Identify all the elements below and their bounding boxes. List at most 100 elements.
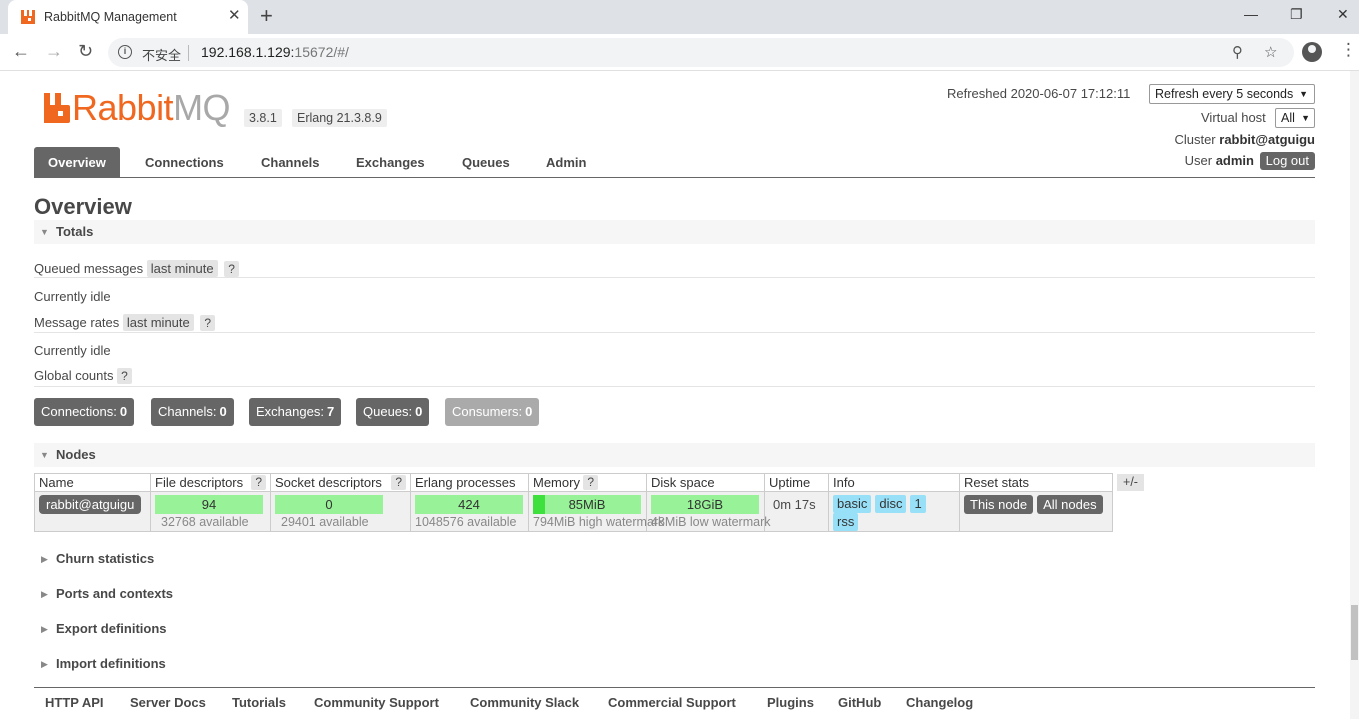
memory-value: 85MiB: [568, 497, 606, 512]
reload-icon[interactable]: ↻: [78, 41, 93, 61]
tab-channels[interactable]: Channels: [247, 147, 334, 178]
col-memory: Memory? 85MiB 794MiB high watermark: [529, 474, 664, 531]
logo-wordmark: RabbitMQ: [72, 87, 231, 129]
footer-link-server-docs[interactable]: Server Docs: [130, 695, 206, 710]
info-tags: basic disc 1 rss: [833, 495, 959, 531]
queued-help-button[interactable]: ?: [224, 261, 239, 277]
col-header-memory: Memory?: [529, 474, 646, 492]
divider: [34, 277, 1315, 278]
memory-bar-fill: [533, 495, 545, 514]
info-tag-rss: rss: [833, 513, 859, 531]
info-tag-count: 1: [910, 495, 926, 513]
col-header-memory-label: Memory: [533, 475, 580, 490]
rates-period-toggle[interactable]: last minute: [122, 314, 194, 331]
queues-count-button[interactable]: Queues: 0: [356, 398, 430, 426]
logo-rabbit: Rabbit: [72, 87, 174, 128]
connections-count-button[interactable]: Connections: 0: [34, 398, 135, 426]
rates-status: Currently idle: [34, 343, 111, 358]
queued-status: Currently idle: [34, 289, 111, 304]
url-text[interactable]: 192.168.1.129:15672/#/: [201, 44, 349, 60]
scrollbar-thumb[interactable]: [1351, 605, 1358, 660]
url-path: 15672/#/: [294, 44, 349, 60]
fd-help-button[interactable]: ?: [251, 475, 266, 490]
info-icon[interactable]: i: [118, 45, 132, 59]
fd-available: 32768 available: [161, 515, 249, 529]
col-info: Info basic disc 1 rss: [829, 474, 960, 531]
consumers-count-button[interactable]: Consumers: 0: [445, 398, 540, 426]
memory-bar: 85MiB: [533, 495, 641, 514]
forward-icon[interactable]: →: [45, 41, 63, 61]
rates-help-button[interactable]: ?: [200, 315, 216, 331]
refresh-interval-value: Refresh every 5 seconds: [1155, 87, 1294, 101]
cluster-info: Cluster rabbit@atguigu: [1174, 132, 1315, 147]
collapsed-triangle-icon: ▶: [41, 554, 48, 564]
sockets-available: 29401 available: [281, 515, 369, 529]
reset-this-node-button[interactable]: This node: [964, 495, 1034, 514]
back-icon[interactable]: ←: [12, 41, 30, 61]
footer-link-changelog[interactable]: Changelog: [906, 695, 973, 710]
import-definitions-title: Import definitions: [56, 656, 166, 671]
divider: [34, 332, 1315, 333]
insecure-label: 不安全: [142, 48, 182, 63]
virtual-host-select[interactable]: All ▼: [1275, 108, 1315, 128]
new-tab-icon[interactable]: +: [260, 5, 273, 27]
footer-link-commercial-support[interactable]: Commercial Support: [608, 695, 736, 710]
info-tag-basic: basic: [833, 495, 872, 513]
sockets-bar: 0: [275, 495, 383, 514]
export-definitions-header[interactable]: ▶ Export definitions: [34, 617, 334, 641]
channels-count-button[interactable]: Channels: 0: [151, 398, 234, 426]
exchanges-count-label: Exchanges:: [256, 404, 324, 419]
window-close-icon[interactable]: ✕: [1337, 6, 1349, 23]
footer-link-tutorials[interactable]: Tutorials: [232, 695, 286, 710]
close-tab-icon[interactable]: ✕: [228, 8, 241, 24]
restore-icon[interactable]: ❐: [1290, 6, 1303, 23]
exchanges-count-button[interactable]: Exchanges: 7: [249, 398, 342, 426]
col-name: Name rabbit@atguigu: [35, 474, 151, 531]
footer: HTTP API Server Docs Tutorials Community…: [34, 687, 1315, 717]
exchanges-count-value: 7: [326, 404, 335, 419]
tab-overview[interactable]: Overview: [34, 147, 120, 178]
col-header-socket-descriptors-label: Socket descriptors: [275, 475, 382, 490]
queues-count-label: Queues:: [363, 404, 413, 419]
reset-all-nodes-button[interactable]: All nodes: [1037, 495, 1103, 514]
footer-link-http-api[interactable]: HTTP API: [45, 695, 104, 710]
tab-exchanges[interactable]: Exchanges: [342, 147, 439, 178]
queued-messages-label: Queued messages: [34, 261, 144, 276]
tab-connections[interactable]: Connections: [131, 147, 238, 178]
churn-statistics-header[interactable]: ▶ Churn statistics: [34, 547, 334, 571]
global-help-button[interactable]: ?: [117, 368, 132, 384]
footer-link-community-support[interactable]: Community Support: [314, 695, 439, 710]
browser-tab[interactable]: RabbitMQ Management ✕: [8, 0, 248, 34]
socket-help-button[interactable]: ?: [391, 475, 406, 490]
zoom-icon[interactable]: ⚲: [1232, 43, 1243, 61]
queued-period-toggle[interactable]: last minute: [146, 260, 218, 277]
erlang-badge: Erlang 21.3.8.9: [292, 109, 387, 127]
footer-link-community-slack[interactable]: Community Slack: [470, 695, 579, 710]
nodes-section-header[interactable]: ▼ Nodes: [34, 443, 1315, 467]
nodes-title: Nodes: [56, 447, 96, 462]
cluster-name: rabbit@atguigu: [1219, 132, 1315, 147]
node-name-link[interactable]: rabbit@atguigu: [39, 495, 142, 514]
import-definitions-header[interactable]: ▶ Import definitions: [34, 652, 334, 676]
page-title: Overview: [34, 194, 132, 219]
bookmark-star-icon[interactable]: ☆: [1264, 43, 1277, 61]
minimize-icon[interactable]: —: [1244, 6, 1258, 22]
tab-admin[interactable]: Admin: [532, 147, 600, 178]
col-header-disk-space: Disk space: [647, 474, 764, 492]
browser-menu-icon[interactable]: ⋮: [1340, 41, 1357, 59]
collapsed-triangle-icon: ▶: [41, 659, 48, 669]
address-bar[interactable]: i 不安全 192.168.1.129:15672/#/ ⚲ ☆: [108, 38, 1294, 67]
caret-down-icon: ▼: [1301, 113, 1310, 123]
export-definitions-title: Export definitions: [56, 621, 167, 636]
ports-contexts-header[interactable]: ▶ Ports and contexts: [34, 582, 334, 606]
memory-help-button[interactable]: ?: [583, 475, 598, 490]
totals-section-header[interactable]: ▼ Totals: [34, 220, 1315, 244]
toggle-columns-button[interactable]: +/-: [1117, 474, 1144, 491]
footer-link-plugins[interactable]: Plugins: [767, 695, 814, 710]
tab-queues[interactable]: Queues: [448, 147, 524, 178]
refresh-interval-select[interactable]: Refresh every 5 seconds ▼: [1149, 84, 1315, 104]
col-header-uptime: Uptime: [765, 474, 828, 492]
footer-link-github[interactable]: GitHub: [838, 695, 881, 710]
profile-avatar-icon[interactable]: [1302, 42, 1322, 62]
global-counts-label: Global counts: [34, 368, 114, 383]
